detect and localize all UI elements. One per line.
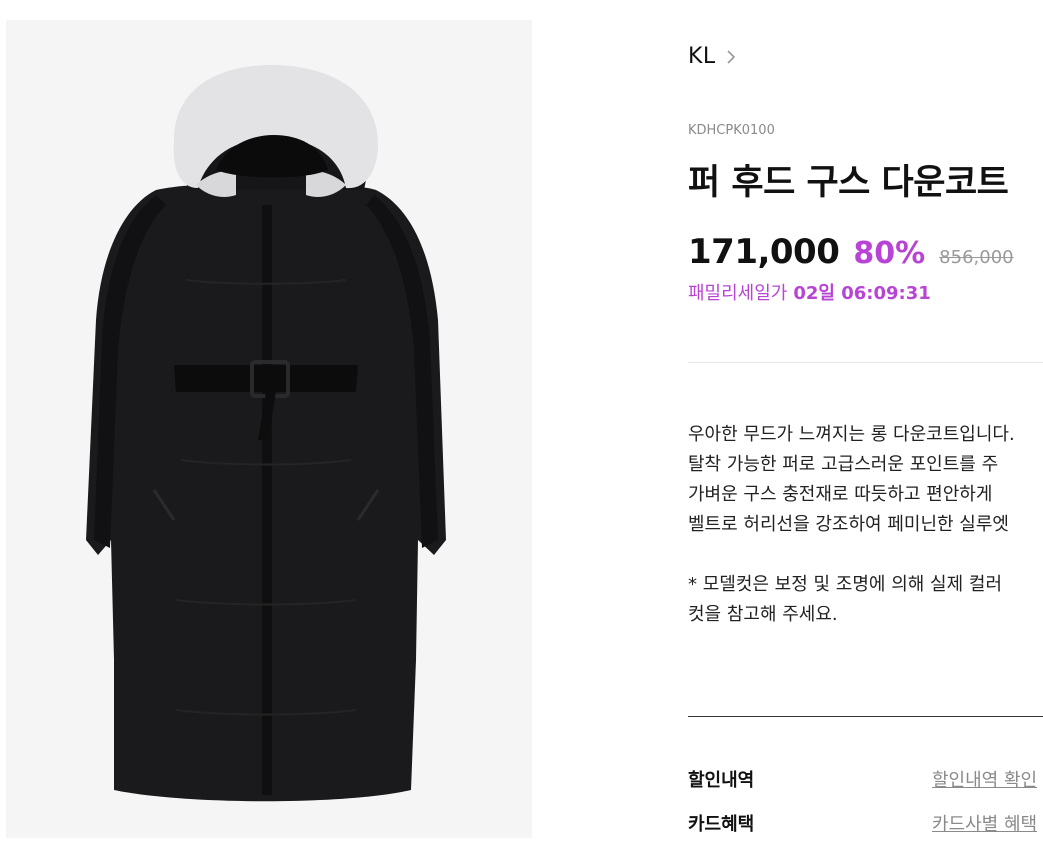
coat-illustration: [6, 20, 532, 838]
divider: [688, 716, 1043, 717]
product-description: 우아한 무드가 느껴지는 롱 다운코트입니다. 탈착 가능한 퍼로 고급스러운 …: [688, 420, 1043, 630]
product-image[interactable]: [6, 20, 532, 838]
product-code: KDHCPK0100: [688, 123, 775, 138]
card-benefits-row: 카드혜택 카드사별 혜택: [688, 810, 1043, 836]
family-sale-row: 패밀리세일가 02일 06:09:31: [688, 279, 931, 305]
description-note: * 모델컷은 보정 및 조명에 의해 실제 컬러: [688, 574, 1003, 595]
product-title: 퍼 후드 구스 다운코트: [688, 163, 1009, 203]
price-row: 171,000 80% 856,000: [688, 232, 1014, 272]
brand-link[interactable]: KL: [688, 44, 736, 69]
description-line: 탈착 가능한 퍼로 고급스러운 포인트를 주: [688, 454, 999, 475]
original-price: 856,000: [939, 247, 1014, 268]
card-benefits-link[interactable]: 카드사별 혜택: [932, 810, 1037, 836]
discount-details-link[interactable]: 할인내역 확인: [932, 766, 1037, 792]
discount-details-row: 할인내역 할인내역 확인: [688, 766, 1043, 792]
card-benefits-label: 카드혜택: [688, 814, 755, 835]
sale-price: 171,000: [688, 232, 840, 272]
brand-name: KL: [688, 44, 716, 69]
discount-rate: 80%: [853, 236, 926, 271]
divider: [688, 362, 1043, 363]
sale-label: 패밀리세일가: [688, 283, 788, 304]
description-line: 벨트로 허리선을 강조하여 페미닌한 실루엣: [688, 514, 1009, 535]
description-note: 컷을 참고해 주세요.: [688, 604, 838, 625]
chevron-right-icon: [727, 49, 735, 64]
discount-details-label: 할인내역: [688, 770, 755, 791]
sale-countdown: 02일 06:09:31: [793, 283, 931, 304]
product-detail-page: KL KDHCPK0100 퍼 후드 구스 다운코트 171,000 80% 8…: [0, 0, 1043, 847]
description-line: 우아한 무드가 느껴지는 롱 다운코트입니다.: [688, 424, 1015, 445]
description-line: 가벼운 구스 충전재로 따듯하고 편안하게: [688, 484, 993, 505]
